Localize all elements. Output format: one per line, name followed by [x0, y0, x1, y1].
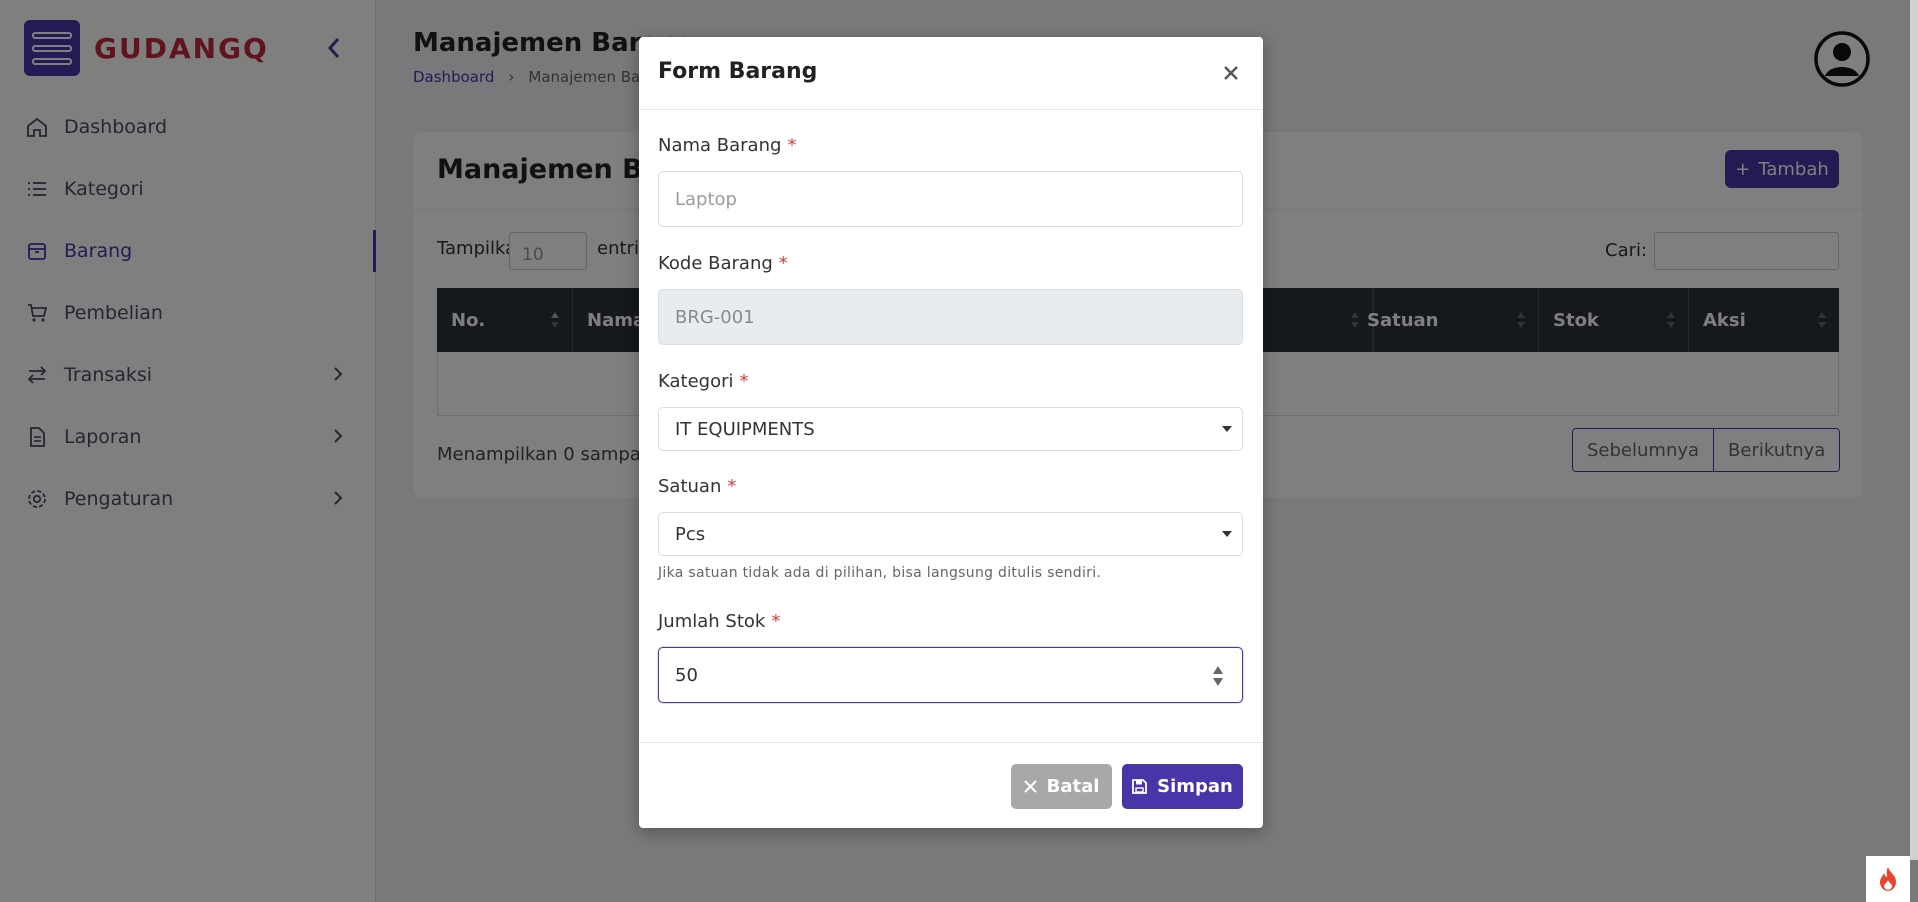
- modal-footer: Batal Simpan: [639, 742, 1263, 828]
- satuan-help-text: Jika satuan tidak ada di pilihan, bisa l…: [658, 565, 1102, 581]
- scrollbar[interactable]: [1910, 0, 1918, 860]
- cancel-button[interactable]: Batal: [1011, 764, 1112, 809]
- modal-title: Form Barang: [658, 59, 818, 84]
- jumlah-stok-input[interactable]: 50: [658, 647, 1243, 703]
- required-mark: *: [771, 611, 781, 632]
- kategori-label: Kategori *: [658, 371, 749, 392]
- nama-barang-label: Nama Barang *: [658, 135, 797, 156]
- fire-badge[interactable]: [1866, 856, 1910, 902]
- satuan-value: Pcs: [675, 523, 706, 545]
- number-spinner-icon[interactable]: [1212, 664, 1224, 688]
- kode-barang-input[interactable]: BRG-001: [658, 289, 1243, 345]
- required-mark: *: [778, 253, 788, 274]
- close-button[interactable]: [1219, 61, 1243, 85]
- kode-barang-label: Kode Barang *: [658, 253, 788, 274]
- save-icon: [1132, 779, 1148, 794]
- required-mark: *: [787, 135, 797, 156]
- item-form-modal: Form Barang Nama Barang * Laptop Kode Bar…: [639, 37, 1263, 828]
- kategori-select[interactable]: IT EQUIPMENTS: [658, 407, 1243, 451]
- satuan-label: Satuan *: [658, 476, 737, 497]
- cancel-label: Batal: [1046, 776, 1100, 797]
- caret-down-icon: [1222, 531, 1232, 537]
- kategori-value: IT EQUIPMENTS: [675, 418, 815, 440]
- jumlah-stok-value: 50: [675, 664, 698, 686]
- close-icon: [1224, 66, 1238, 80]
- nama-barang-input[interactable]: Laptop: [658, 171, 1243, 227]
- modal-header: Form Barang: [639, 37, 1263, 110]
- required-mark: *: [727, 476, 737, 497]
- close-icon: [1023, 780, 1037, 793]
- satuan-select[interactable]: Pcs: [658, 512, 1243, 556]
- fire-icon: [1880, 867, 1896, 891]
- caret-down-icon: [1222, 426, 1232, 432]
- jumlah-stok-label: Jumlah Stok *: [658, 611, 781, 632]
- save-button[interactable]: Simpan: [1122, 764, 1243, 809]
- required-mark: *: [739, 371, 749, 392]
- save-label: Simpan: [1157, 776, 1233, 797]
